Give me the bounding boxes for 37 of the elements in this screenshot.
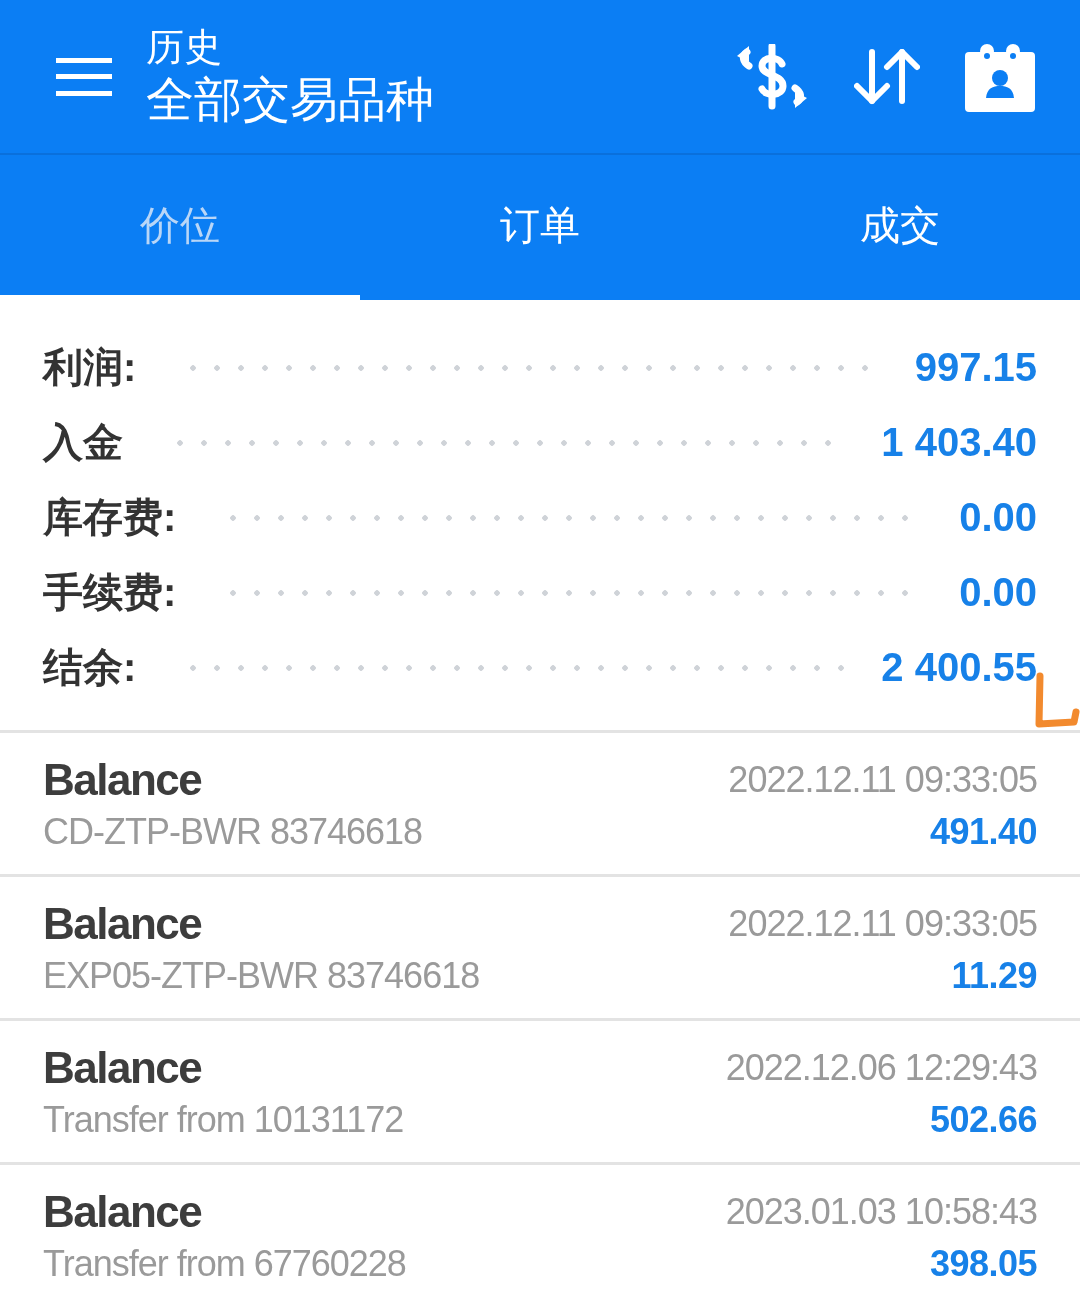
summary-value: 0.00 [959, 495, 1037, 540]
deal-comment: Transfer from 10131172 [43, 1098, 405, 1141]
tab[interactable]: 成交 [720, 155, 1080, 300]
contact-calendar-icon[interactable] [965, 41, 1035, 112]
deal-type: Balance [43, 1042, 203, 1093]
deal-type: Balance [43, 898, 203, 949]
deal-row[interactable]: Balance 2022.12.11 09:33:05 EXP05-ZTP-BWR 83746618 11.29 [0, 877, 1080, 1021]
page-title: 历史 [146, 24, 223, 70]
deal-comment: CD-ZTP-BWR 83746618 [43, 810, 424, 853]
menu-icon[interactable] [56, 57, 112, 96]
deal-time: 2022.12.11 09:33:05 [728, 758, 1037, 801]
deal-type: Balance [43, 754, 203, 805]
summary-label: 结余: [43, 644, 137, 691]
deal-comment: EXP05-ZTP-BWR 83746618 [43, 954, 481, 997]
summary-label: 库存费: [43, 494, 177, 541]
summary-value: 0.00 [959, 570, 1037, 615]
deal-amount: 398.05 [928, 1242, 1037, 1285]
deal-time: 2023.01.03 10:58:43 [725, 1190, 1037, 1233]
summary-value: 1 403.40 [881, 420, 1037, 465]
summary-label: 手续费: [43, 569, 177, 616]
deal-row[interactable]: Balance 2022.12.06 12:29:43 Transfer from 10131172 502.66 [0, 1021, 1080, 1165]
symbol-filter[interactable]: 全部交易品种 [146, 69, 735, 130]
summary-value: 2 400.55 [881, 645, 1037, 690]
deal-amount: 502.66 [928, 1098, 1037, 1141]
tab[interactable]: 订单 [360, 155, 720, 300]
deal-time: 2022.12.06 12:29:43 [725, 1046, 1037, 1089]
deal-comment: Transfer from 67760228 [43, 1242, 407, 1285]
deal-amount: 11.29 [950, 954, 1037, 997]
deal-row[interactable]: Balance 2023.01.03 10:58:43 Transfer from 67760228 398.05 [0, 1165, 1080, 1297]
deal-amount: 491.40 [928, 810, 1037, 853]
summary-label: 利润: [43, 344, 137, 391]
deal-row[interactable]: Balance 2022.12.11 09:33:05 CD-ZTP-BWR 83746618 491.40 [0, 733, 1080, 877]
dollar-exchange-icon[interactable] [735, 43, 809, 110]
deal-time: 2022.12.11 09:33:05 [728, 902, 1037, 945]
summary-value: 997.15 [914, 345, 1037, 390]
deal-type: Balance [43, 1186, 203, 1237]
summary-label: 入金 [43, 419, 123, 466]
